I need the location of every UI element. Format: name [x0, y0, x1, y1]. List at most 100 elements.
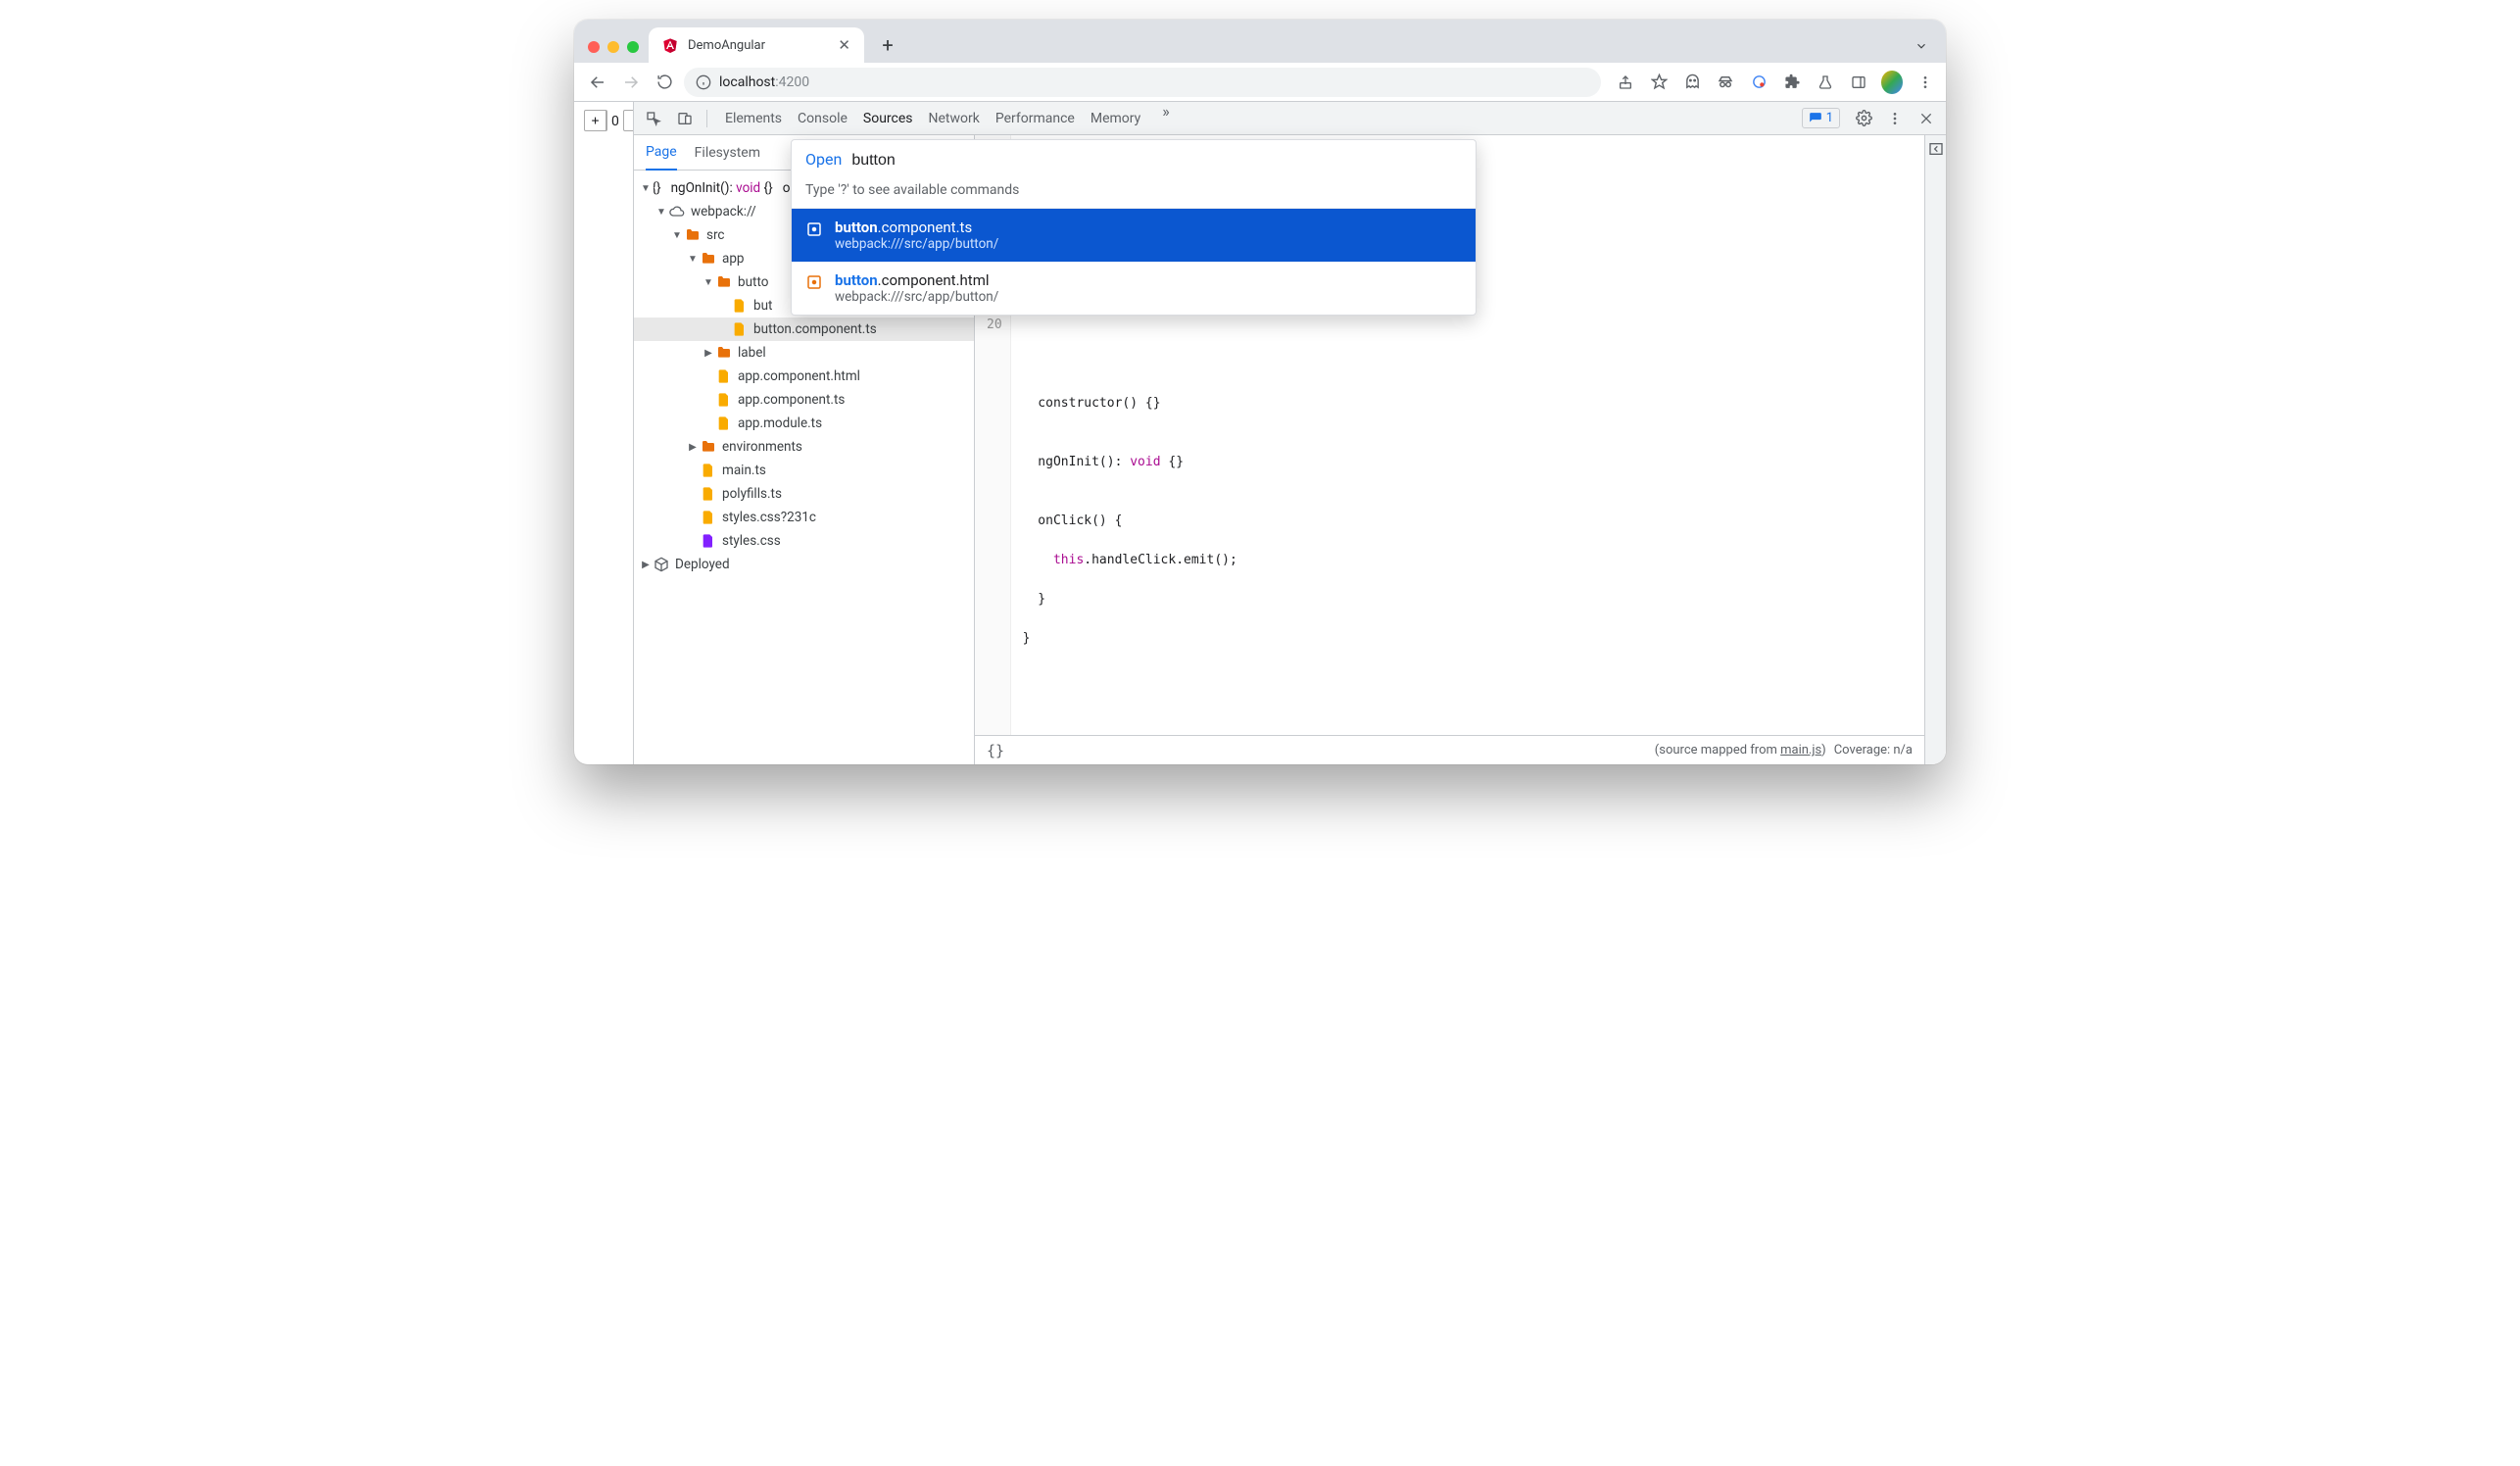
open-file-input[interactable] [849, 151, 1462, 171]
devtools-tabs: Elements Console Sources Network Perform… [715, 102, 1798, 135]
navigator-tab-page[interactable]: Page [646, 135, 677, 171]
file-icon [716, 415, 732, 431]
tree-app-module-ts[interactable]: app.module.ts [634, 412, 974, 435]
tab-performance[interactable]: Performance [995, 102, 1075, 135]
labs-beaker-icon[interactable] [1815, 72, 1836, 93]
tab-strip: DemoAngular ✕ + [574, 20, 1946, 63]
tab-elements[interactable]: Elements [725, 102, 782, 135]
extension-color-icon[interactable] [1748, 72, 1769, 93]
share-icon[interactable] [1615, 72, 1636, 93]
open-file-header: Open [792, 140, 1476, 178]
close-devtools-icon[interactable] [1913, 105, 1940, 132]
editor-status-bar: {} (source mapped from main.js) Coverage… [975, 735, 1924, 764]
browser-tab[interactable]: DemoAngular ✕ [649, 27, 864, 63]
devtools-panel: Elements Console Sources Network Perform… [633, 102, 1946, 764]
side-panel-icon[interactable] [1848, 72, 1869, 93]
folder-icon [716, 274, 732, 290]
result-path: webpack:///src/app/button/ [835, 236, 998, 252]
open-file-hint: Type '?' to see available commands [792, 178, 1476, 209]
file-icon [732, 298, 748, 314]
file-icon [701, 533, 716, 549]
file-icon [701, 463, 716, 478]
open-file-result-0[interactable]: button.component.ts webpack:///src/app/b… [792, 209, 1476, 262]
toolbar-actions [1607, 72, 1936, 93]
source-map-link[interactable]: main.js [1780, 743, 1821, 757]
html-file-icon [805, 273, 823, 291]
file-icon [732, 321, 748, 337]
folder-icon [685, 227, 701, 243]
issues-button[interactable]: 1 [1802, 108, 1840, 128]
minimize-window-button[interactable] [607, 41, 619, 53]
bookmark-star-icon[interactable] [1648, 72, 1670, 93]
result-path: webpack:///src/app/button/ [835, 289, 998, 305]
url-text: localhost:4200 [719, 74, 809, 90]
back-button[interactable] [584, 69, 611, 96]
tree-app-component-html[interactable]: app.component.html [634, 365, 974, 388]
maximize-window-button[interactable] [627, 41, 639, 53]
box-icon [654, 557, 669, 572]
pretty-print-button[interactable]: {} [987, 742, 1004, 759]
browser-toolbar: localhost:4200 [574, 63, 1946, 102]
tree-polyfills-ts[interactable]: polyfills.ts [634, 482, 974, 506]
tab-sources[interactable]: Sources [863, 102, 913, 135]
tree-styles-css-q[interactable]: styles.css?231c [634, 506, 974, 529]
content-area: + 0 - Elements Console [574, 102, 1946, 764]
tree-environments[interactable]: ▶ environments [634, 435, 974, 459]
close-window-button[interactable] [588, 41, 600, 53]
result-title: button.component.html [835, 271, 998, 289]
forward-button[interactable] [617, 69, 645, 96]
traffic-lights [582, 41, 649, 63]
folder-icon [701, 251, 716, 267]
open-label: Open [805, 150, 842, 169]
angular-icon [662, 37, 678, 53]
ts-file-icon [805, 220, 823, 238]
file-icon [701, 510, 716, 525]
tree-deployed[interactable]: ▶ Deployed [634, 553, 974, 576]
address-bar[interactable]: localhost:4200 [684, 68, 1601, 97]
open-file-popup: Open Type '?' to see available commands … [791, 139, 1477, 316]
file-icon [716, 392, 732, 408]
reload-button[interactable] [651, 69, 678, 96]
source-map-info: (source mapped from main.js) [1655, 743, 1826, 757]
new-tab-button[interactable]: + [874, 31, 901, 59]
extension-ghost-icon[interactable] [1681, 72, 1703, 93]
devtools-menu-icon[interactable] [1881, 105, 1909, 132]
tabs-overflow-icon[interactable]: » [1156, 102, 1176, 135]
tab-network[interactable]: Network [929, 102, 980, 135]
navigator-tab-filesystem[interactable]: Filesystem [695, 135, 760, 171]
inspect-element-icon[interactable] [640, 105, 667, 132]
tree-main-ts[interactable]: main.ts [634, 459, 974, 482]
close-tab-icon[interactable]: ✕ [838, 36, 850, 54]
file-icon [716, 368, 732, 384]
debugger-rail [1924, 135, 1946, 764]
extension-incognito-icon[interactable] [1715, 72, 1736, 93]
issues-count: 1 [1826, 111, 1833, 125]
settings-gear-icon[interactable] [1850, 105, 1877, 132]
folder-icon [716, 345, 732, 361]
tree-label-folder[interactable]: ▶ label [634, 341, 974, 365]
browser-menu-icon[interactable] [1914, 72, 1936, 93]
counter-value: 0 [607, 112, 621, 129]
tabs-dropdown-icon[interactable] [1905, 39, 1938, 63]
expand-debugger-icon[interactable] [1928, 141, 1944, 157]
tree-app-component-ts[interactable]: app.component.ts [634, 388, 974, 412]
open-file-result-1[interactable]: button.component.html webpack:///src/app… [792, 262, 1476, 315]
app-viewport: + 0 - [574, 102, 633, 764]
file-icon [701, 486, 716, 502]
device-toolbar-icon[interactable] [671, 105, 699, 132]
cloud-icon [669, 204, 685, 220]
site-info-icon[interactable] [696, 74, 711, 90]
counter-widget: + [584, 110, 607, 131]
profile-avatar[interactable] [1881, 72, 1903, 93]
tree-button-ts[interactable]: button.component.ts [634, 318, 974, 341]
tab-memory[interactable]: Memory [1090, 102, 1140, 135]
tab-console[interactable]: Console [798, 102, 848, 135]
folder-icon [701, 439, 716, 455]
tab-title: DemoAngular [688, 38, 828, 53]
tree-styles-css[interactable]: styles.css [634, 529, 974, 553]
browser-window: DemoAngular ✕ + localhost:4200 [574, 20, 1946, 764]
increment-button[interactable]: + [585, 111, 606, 130]
coverage-info: Coverage: n/a [1834, 743, 1913, 757]
extensions-puzzle-icon[interactable] [1781, 72, 1803, 93]
result-title: button.component.ts [835, 219, 998, 236]
